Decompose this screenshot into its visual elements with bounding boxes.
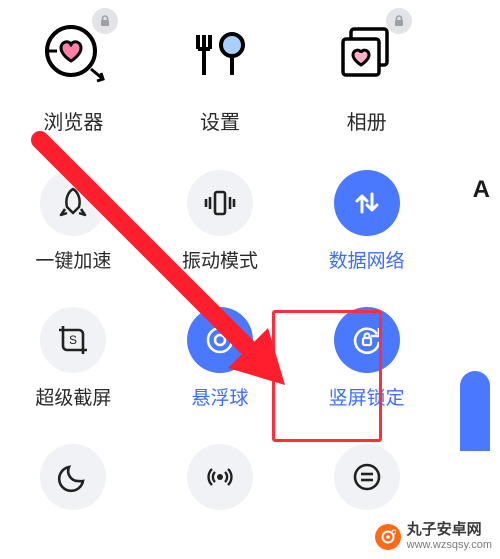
- app-shortcuts-row: 浏览器 设置: [0, 0, 440, 160]
- annotation-highlight-box: [272, 310, 382, 442]
- qs-label: 悬浮球: [191, 383, 248, 410]
- qs-label: 超级截屏: [35, 383, 111, 410]
- app-label: 设置: [200, 106, 240, 135]
- qs-hotspot[interactable]: [147, 444, 294, 510]
- lock-icon: [386, 8, 412, 34]
- app-settings[interactable]: 设置: [160, 18, 280, 160]
- control-center-screenshot: 浏览器 设置: [0, 0, 500, 559]
- qs-more[interactable]: [293, 444, 440, 510]
- app-gallery[interactable]: 相册: [307, 18, 427, 160]
- qs-mobile-data[interactable]: 数据网络: [293, 170, 440, 273]
- moon-icon: [57, 461, 89, 493]
- qs-label: 数据网络: [329, 246, 405, 273]
- qs-vibration-mode[interactable]: 振动模式: [147, 170, 294, 273]
- qs-super-screenshot[interactable]: S 超级截屏: [0, 307, 147, 410]
- brightness-slider-fill: [460, 371, 490, 451]
- qs-night-mode[interactable]: [0, 444, 147, 510]
- data-arrows-icon: [350, 186, 384, 220]
- app-label: 浏览器: [43, 106, 103, 135]
- watermark-name: 丸子安卓网: [407, 521, 482, 538]
- app-browser[interactable]: 浏览器: [13, 18, 133, 160]
- svg-text:S: S: [69, 333, 77, 347]
- app-label: 相册: [347, 106, 387, 135]
- qs-label: 振动模式: [182, 246, 258, 273]
- font-size-indicator: A: [473, 176, 490, 204]
- target-circle-icon: [202, 322, 238, 358]
- crop-s-icon: S: [55, 322, 91, 358]
- menu-lines-icon: [351, 461, 383, 493]
- qs-one-tap-boost[interactable]: 一键加速: [0, 170, 147, 273]
- vibrate-icon: [201, 184, 239, 222]
- photo-stack-icon: [335, 21, 399, 85]
- cutlery-icon: [188, 21, 252, 85]
- lock-icon: [92, 8, 118, 34]
- broadcast-icon: [203, 460, 237, 494]
- qs-label: 一键加速: [35, 246, 111, 273]
- watermark-url: www.wzsqsy.com: [407, 539, 492, 551]
- rocket-icon: [55, 185, 91, 221]
- watermark: 丸子安卓网 www.wzsqsy.com: [375, 522, 492, 551]
- watermark-logo-icon: [375, 524, 401, 550]
